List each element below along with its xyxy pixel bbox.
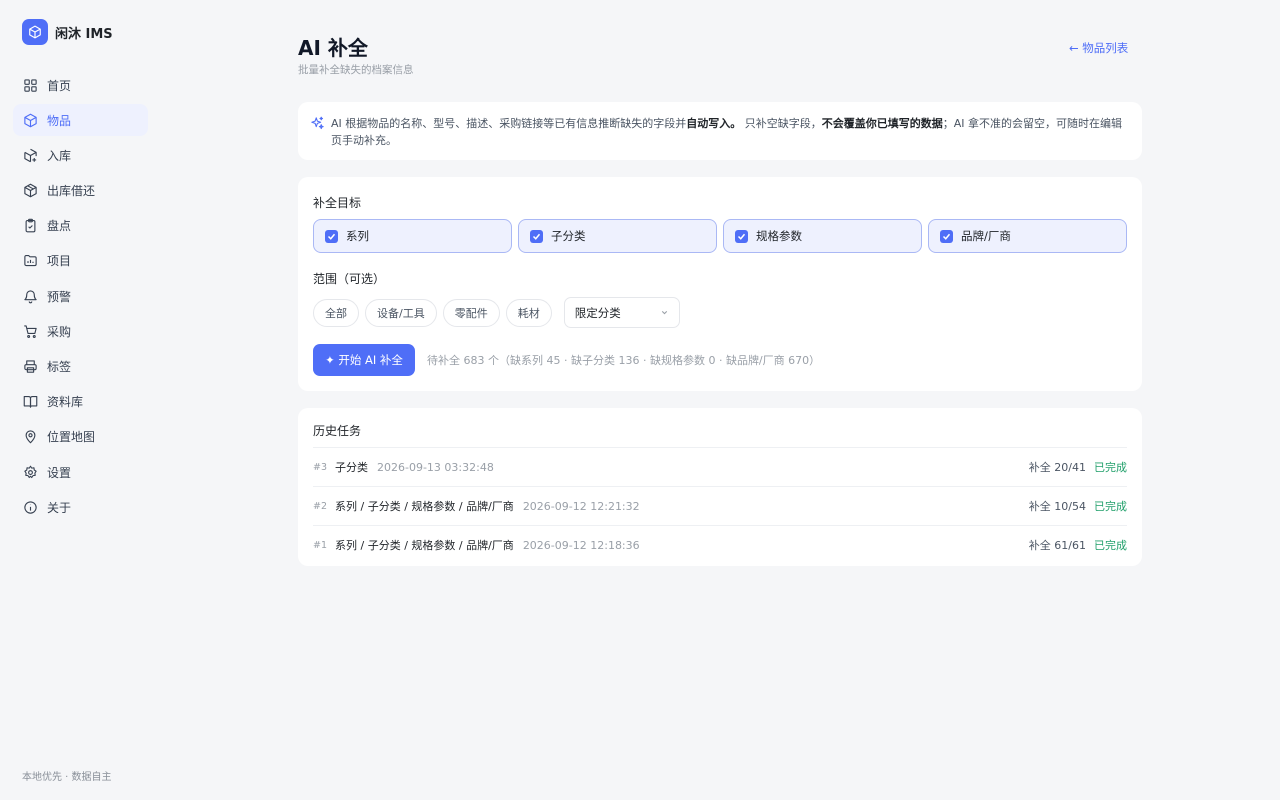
target-brand[interactable]: 品牌/厂商 (928, 219, 1127, 253)
task-fields: 系列 / 子分类 / 规格参数 / 品牌/厂商 (335, 500, 514, 513)
chevron-down-icon (660, 306, 669, 320)
notice-text: AI 根据物品的名称、型号、描述、采购链接等已有信息推断缺失的字段并自动写入。 … (331, 117, 1123, 147)
sidebar-item-label: 位置地图 (47, 430, 96, 445)
target-options: 系列 子分类 规格参数 品牌/厂商 (313, 219, 1127, 253)
sidebar-item-label: 盘点 (47, 219, 72, 234)
sidebar: 闲沐 IMS 首页 物品 入库 出库借还 盘点 项目 预警 采购 标签 资料库 … (0, 0, 160, 800)
sidebar-item-labels[interactable]: 标签 (13, 351, 148, 383)
task-fields: 子分类 (335, 461, 368, 474)
task-count: 补全 61/61 (1028, 539, 1086, 552)
scope-filters: 全部 设备/工具 零配件 耗材 限定分类 (313, 297, 680, 328)
cart-icon (22, 323, 38, 339)
targets-label: 补全目标 (313, 196, 362, 210)
task-fields: 系列 / 子分类 / 规格参数 / 品牌/厂商 (335, 539, 514, 552)
sidebar-item-outbound[interactable]: 出库借还 (13, 175, 148, 207)
checkbox-checked-icon (325, 229, 338, 243)
task-time: 2026-09-12 12:18:36 (522, 538, 640, 552)
brand[interactable]: 闲沐 IMS (22, 19, 113, 45)
sidebar-nav: 首页 物品 入库 出库借还 盘点 项目 预警 采购 标签 资料库 位置地图 设置… (13, 69, 148, 526)
status-badge: 已完成 (1094, 500, 1127, 513)
sidebar-item-label: 首页 (47, 78, 72, 93)
task-time: 2026-09-12 12:21:32 (522, 499, 640, 513)
back-to-items-link[interactable]: ← 物品列表 (1069, 40, 1128, 56)
status-badge: 已完成 (1094, 539, 1127, 552)
sidebar-item-inbound[interactable]: 入库 (13, 139, 148, 171)
gear-icon (22, 464, 38, 480)
sidebar-footer: 本地优先 · 数据自主 (22, 772, 112, 783)
checkbox-checked-icon (940, 229, 953, 243)
history-title: 历史任务 (313, 424, 362, 438)
dashboard-icon (22, 77, 38, 93)
scope-chip-parts[interactable]: 零配件 (442, 298, 500, 327)
checkbox-checked-icon (530, 229, 543, 243)
target-label: 品牌/厂商 (961, 229, 1011, 243)
info-notice: AI 根据物品的名称、型号、描述、采购链接等已有信息推断缺失的字段并自动写入。 … (298, 102, 1142, 160)
scope-chip-equipment[interactable]: 设备/工具 (365, 298, 437, 327)
target-subcategory[interactable]: 子分类 (518, 219, 717, 253)
map-pin-icon (22, 429, 38, 445)
start-ai-completion-button[interactable]: ✦ 开始 AI 补全 (313, 344, 415, 376)
history-list: #3 子分类 2026-09-13 03:32:48 补全 20/41 已完成 … (313, 447, 1127, 564)
sidebar-item-label: 出库借还 (47, 184, 96, 199)
target-specs[interactable]: 规格参数 (723, 219, 922, 253)
scope-chip-consumables[interactable]: 耗材 (505, 298, 552, 327)
target-series[interactable]: 系列 (313, 219, 512, 253)
package-out-icon (22, 183, 38, 199)
task-id: #2 (313, 500, 328, 512)
cube-icon (22, 19, 48, 45)
brand-name: 闲沐 IMS (55, 26, 113, 42)
sidebar-item-label: 采购 (47, 324, 72, 339)
book-icon (22, 394, 38, 410)
sidebar-item-about[interactable]: 关于 (13, 491, 148, 523)
sidebar-item-label: 设置 (47, 465, 72, 480)
clipboard-check-icon (22, 218, 38, 234)
sidebar-item-label: 入库 (47, 148, 72, 163)
target-label: 子分类 (551, 229, 586, 243)
sidebar-item-stocktake[interactable]: 盘点 (13, 210, 148, 242)
sparkles-icon (310, 116, 325, 134)
sidebar-item-label: 关于 (47, 500, 72, 515)
status-badge: 已完成 (1094, 461, 1127, 474)
bell-icon (22, 288, 38, 304)
sidebar-item-home[interactable]: 首页 (13, 69, 148, 101)
sidebar-item-items[interactable]: 物品 (13, 104, 148, 137)
checkbox-checked-icon (735, 229, 748, 243)
sidebar-item-library[interactable]: 资料库 (13, 386, 148, 418)
task-count: 补全 20/41 (1028, 461, 1086, 474)
history-row[interactable]: #3 子分类 2026-09-13 03:32:48 补全 20/41 已完成 (313, 447, 1127, 486)
sidebar-item-label: 项目 (47, 254, 72, 269)
history-row[interactable]: #2 系列 / 子分类 / 规格参数 / 品牌/厂商 2026-09-12 12… (313, 486, 1127, 525)
target-label: 系列 (346, 229, 369, 243)
category-select[interactable]: 限定分类 (563, 297, 680, 328)
printer-icon (22, 359, 38, 375)
completion-config: 补全目标 系列 子分类 规格参数 品牌/厂商 范围（可选） 全部 设备/工具 零… (298, 177, 1142, 391)
target-label: 规格参数 (756, 229, 802, 243)
sidebar-item-settings[interactable]: 设置 (13, 456, 148, 488)
sidebar-item-label: 物品 (47, 113, 72, 128)
history-row[interactable]: #1 系列 / 子分类 / 规格参数 / 品牌/厂商 2026-09-12 12… (313, 525, 1127, 564)
category-select-value: 限定分类 (574, 305, 621, 320)
pending-summary: 待补全 683 个（缺系列 45 · 缺子分类 136 · 缺规格参数 0 · … (427, 354, 821, 367)
task-id: #3 (313, 461, 328, 473)
info-icon (22, 499, 38, 515)
sidebar-item-projects[interactable]: 项目 (13, 245, 148, 277)
task-count: 补全 10/54 (1028, 500, 1086, 513)
sidebar-item-location-map[interactable]: 位置地图 (13, 421, 148, 453)
sidebar-item-purchase[interactable]: 采购 (13, 315, 148, 347)
sidebar-item-label: 标签 (47, 360, 72, 374)
cube-icon (22, 112, 38, 128)
scope-chip-all[interactable]: 全部 (313, 298, 359, 327)
history-tasks: 历史任务 #3 子分类 2026-09-13 03:32:48 补全 20/41… (298, 408, 1142, 566)
page-subtitle: 批量补全缺失的档案信息 (298, 64, 414, 76)
sidebar-item-label: 资料库 (47, 395, 84, 410)
page-title: AI 补全 (298, 36, 368, 60)
scope-label: 范围（可选） (313, 272, 386, 286)
task-id: #1 (313, 539, 328, 551)
sidebar-item-label: 预警 (47, 289, 72, 304)
package-in-icon (22, 147, 38, 163)
task-time: 2026-09-13 03:32:48 (377, 460, 494, 474)
sidebar-item-alerts[interactable]: 预警 (13, 280, 148, 312)
folder-chart-icon (22, 253, 38, 269)
